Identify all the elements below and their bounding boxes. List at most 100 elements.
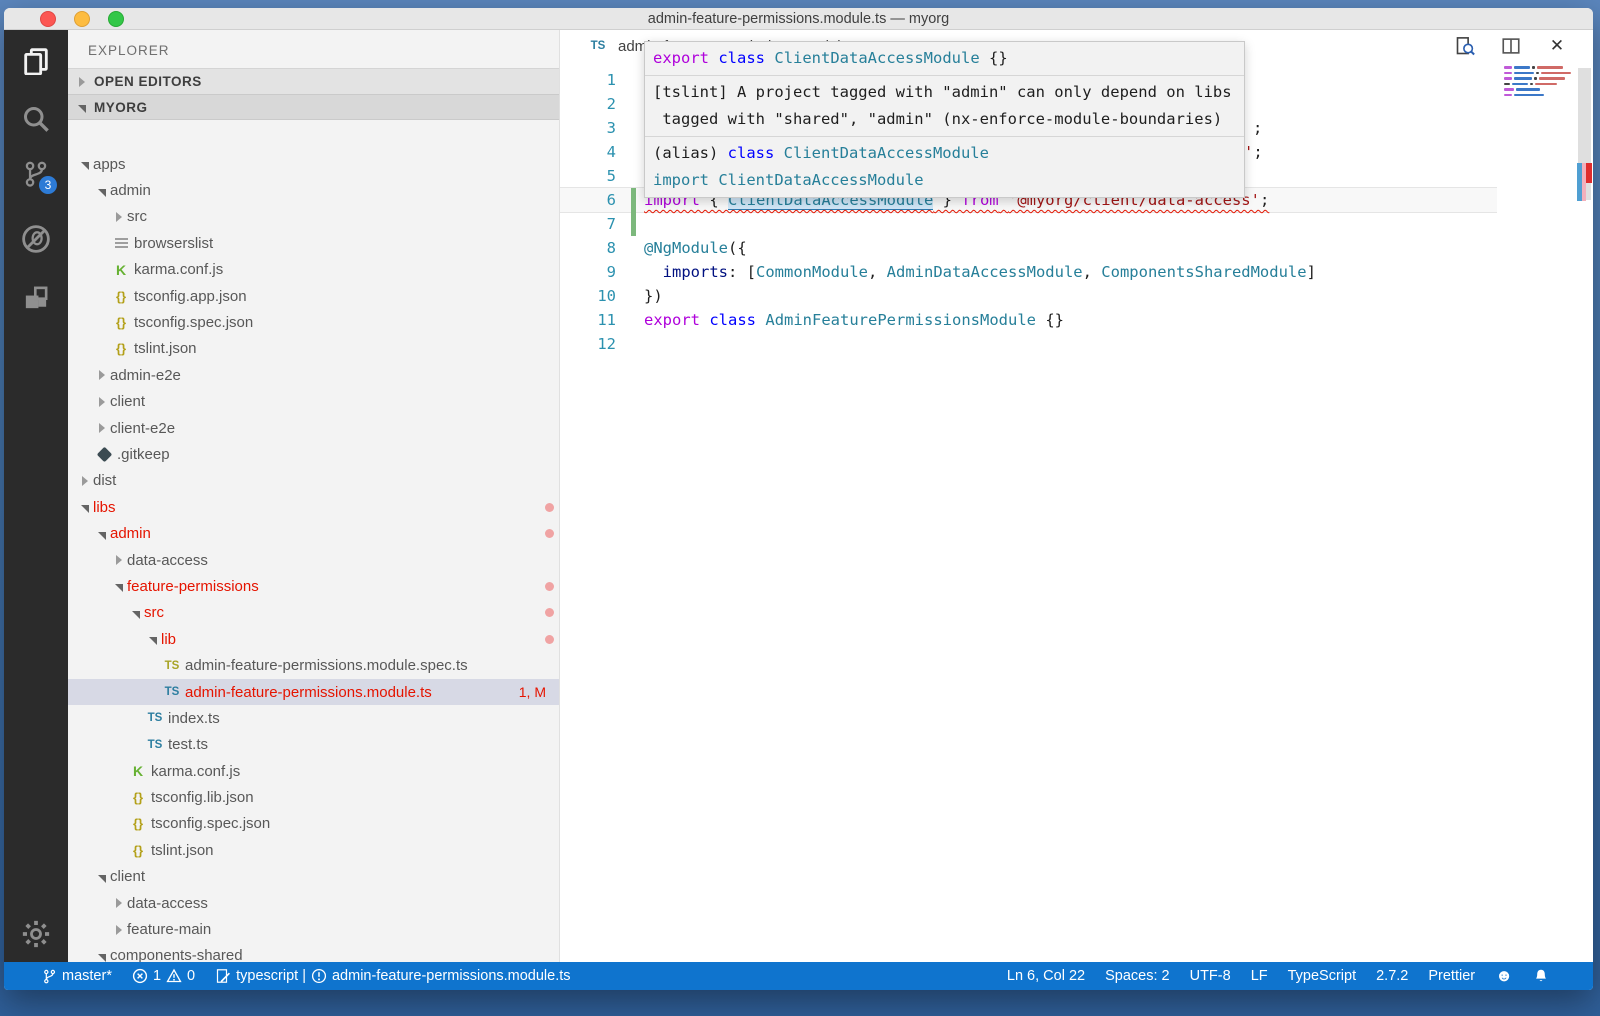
tree-item-tsconfig.app.json[interactable]: {}tsconfig.app.json: [68, 283, 559, 309]
close-icon[interactable]: ✕: [1547, 36, 1567, 56]
tree-item-data-access[interactable]: data-access: [68, 547, 559, 573]
tree-item-label: feature-permissions: [127, 578, 259, 595]
status-notifications[interactable]: [1533, 968, 1549, 984]
status-feedback[interactable]: ☻: [1495, 966, 1513, 986]
activity-explorer-icon[interactable]: [19, 43, 53, 77]
code-line-12[interactable]: 12: [560, 332, 1497, 356]
code-line-11[interactable]: 11export class AdminFeaturePermissionsMo…: [560, 308, 1497, 332]
tree-item-feature-permissions[interactable]: feature-permissions: [68, 573, 559, 599]
minimap-line: [1504, 88, 1576, 91]
json-icon: {}: [128, 816, 148, 831]
activity-source-control-icon[interactable]: 3: [19, 157, 53, 191]
tree-item-label: client: [110, 393, 145, 410]
explorer-sidebar: EXPLORER OPEN EDITORS MYORG appsadminsrc…: [68, 30, 560, 962]
tooltip-signature: export class ClientDataAccessModule {}: [645, 42, 1244, 75]
tree-item-admin[interactable]: admin: [68, 520, 559, 546]
tree-item-libs[interactable]: libs: [68, 494, 559, 520]
tree-item-src[interactable]: src: [68, 600, 559, 626]
status-git-branch[interactable]: master*: [42, 968, 112, 984]
tree-item-label: src: [144, 604, 164, 621]
twisty-icon: [77, 503, 93, 511]
status-cursor-position[interactable]: Ln 6, Col 22: [1007, 968, 1085, 984]
twisty-icon: [94, 187, 110, 195]
activity-settings-icon[interactable]: [19, 917, 53, 951]
tree-item-src[interactable]: src: [68, 204, 559, 230]
open-preview-icon[interactable]: [1455, 36, 1475, 56]
twisty-icon: [94, 423, 110, 433]
code-line-9[interactable]: 9 imports: [CommonModule, AdminDataAcces…: [560, 260, 1497, 284]
status-formatter[interactable]: Prettier: [1428, 968, 1475, 984]
twisty-icon: [74, 77, 90, 87]
tree-item-admin-feature-permissions.module.spec.ts[interactable]: TSadmin-feature-permissions.module.spec.…: [68, 652, 559, 678]
tree-item-label: libs: [93, 499, 116, 516]
bell-icon: [1533, 968, 1549, 984]
tree-item-components-shared[interactable]: components-shared: [68, 943, 559, 962]
tree-item-data-access[interactable]: data-access: [68, 890, 559, 916]
ts-icon: TS: [588, 40, 608, 52]
tree-item-client[interactable]: client: [68, 389, 559, 415]
status-linter-status[interactable]: typescript |admin-feature-permissions.mo…: [215, 968, 570, 984]
line-number: 10: [560, 284, 620, 308]
ts-icon: TS: [145, 739, 165, 751]
activity-search-icon[interactable]: [19, 102, 53, 136]
tree-item-admin-e2e[interactable]: admin-e2e: [68, 362, 559, 388]
browserslist-icon: [111, 238, 131, 248]
split-editor-icon[interactable]: [1501, 36, 1521, 56]
ts-icon: TS: [162, 686, 182, 698]
twisty-icon: [94, 370, 110, 380]
tooltip-lint-message: [tslint] A project tagged with "admin" c…: [645, 75, 1244, 136]
tree-item-tslint.json[interactable]: {}tslint.json: [68, 837, 559, 863]
tree-item-dist[interactable]: dist: [68, 468, 559, 494]
code-line-7[interactable]: 7: [560, 212, 1497, 236]
tree-item-label: admin-feature-permissions.module.ts: [185, 684, 432, 701]
tree-item-karma.conf.js[interactable]: Kkarma.conf.js: [68, 758, 559, 784]
code-line-10[interactable]: 10}): [560, 284, 1497, 308]
tree-item-index.ts[interactable]: TSindex.ts: [68, 705, 559, 731]
tree-item-tsconfig.lib.json[interactable]: {}tsconfig.lib.json: [68, 784, 559, 810]
json-icon: {}: [128, 843, 148, 858]
status-language-mode[interactable]: TypeScript: [1288, 968, 1357, 984]
tree-item-browserslist[interactable]: browserslist: [68, 230, 559, 256]
problems-badge: 1, M: [519, 684, 546, 700]
status-encoding[interactable]: UTF-8: [1190, 968, 1231, 984]
code-line-8[interactable]: 8@NgModule({: [560, 236, 1497, 260]
twisty-icon: [94, 530, 110, 538]
minimap-line: [1504, 66, 1576, 69]
status-ts-version[interactable]: 2.7.2: [1376, 968, 1408, 984]
tree-item-.gitkeep[interactable]: .gitkeep: [68, 441, 559, 467]
tree-item-client-e2e[interactable]: client-e2e: [68, 415, 559, 441]
tree-item-tsconfig.spec.json[interactable]: {}tsconfig.spec.json: [68, 309, 559, 335]
tree-item-client[interactable]: client: [68, 864, 559, 890]
twisty-icon: [94, 873, 110, 881]
tree-item-test.ts[interactable]: TStest.ts: [68, 732, 559, 758]
tree-item-apps[interactable]: apps: [68, 151, 559, 177]
line-number: 5: [560, 164, 620, 188]
branch-icon: [42, 969, 57, 984]
minimap[interactable]: [1504, 66, 1576, 99]
tree-item-admin-feature-permissions.module.ts[interactable]: TSadmin-feature-permissions.module.ts 1, …: [68, 679, 559, 705]
activity-extensions-icon[interactable]: [19, 281, 53, 315]
status-problems[interactable]: 10: [132, 968, 195, 984]
overview-ruler[interactable]: [1576, 30, 1593, 962]
open-editors-section[interactable]: OPEN EDITORS: [68, 68, 559, 94]
status-indentation[interactable]: Spaces: 2: [1105, 968, 1170, 984]
line-number: 11: [560, 308, 620, 332]
tree-item-lib[interactable]: lib: [68, 626, 559, 652]
tree-item-label: tslint.json: [134, 340, 197, 357]
twisty-icon: [77, 476, 93, 486]
tree-item-feature-main[interactable]: feature-main: [68, 916, 559, 942]
workspace-section[interactable]: MYORG: [68, 94, 559, 120]
tree-item-label: admin: [110, 182, 151, 199]
tree-item-tsconfig.spec.json[interactable]: {}tsconfig.spec.json: [68, 811, 559, 837]
minimap-line: [1504, 77, 1576, 80]
twisty-icon: [128, 609, 144, 617]
minimap-line: [1504, 83, 1576, 86]
karma-icon: K: [111, 262, 131, 278]
vscode-window: admin-feature-permissions.module.ts — my…: [4, 8, 1593, 990]
tree-item-label: tsconfig.spec.json: [151, 815, 270, 832]
activity-debug-icon[interactable]: [19, 222, 53, 256]
tree-item-karma.conf.js[interactable]: Kkarma.conf.js: [68, 257, 559, 283]
tree-item-tslint.json[interactable]: {}tslint.json: [68, 336, 559, 362]
status-eol[interactable]: LF: [1251, 968, 1268, 984]
tree-item-admin[interactable]: admin: [68, 177, 559, 203]
